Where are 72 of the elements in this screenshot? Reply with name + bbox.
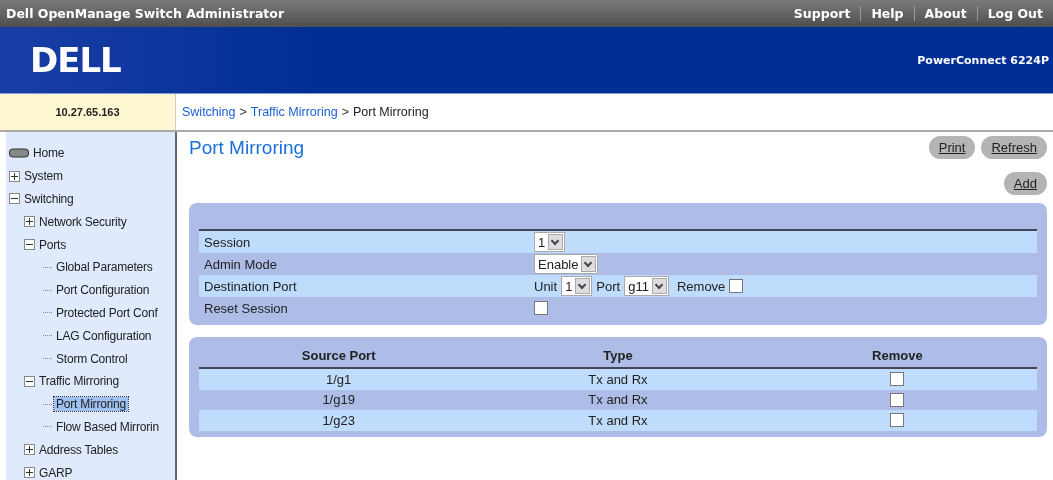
add-button[interactable]: Add	[1003, 172, 1047, 195]
nav-item[interactable]: Ports	[37, 237, 68, 252]
column-header: Type	[603, 347, 633, 363]
remove-checkbox[interactable]	[890, 413, 905, 428]
unit-dropdown[interactable]: 1	[561, 276, 593, 296]
tree-line	[43, 335, 52, 337]
unit-label: Unit	[534, 278, 558, 294]
table-cell: Tx and Rx	[588, 371, 648, 387]
tree-line	[43, 289, 52, 291]
remove-label: Remove	[676, 278, 726, 294]
tree-line	[43, 312, 52, 314]
dropdown[interactable]: 1	[534, 232, 566, 252]
expand-icon[interactable]	[9, 170, 20, 182]
column-header: Source Port	[301, 347, 376, 363]
nav-item[interactable]: Storm Control	[54, 351, 130, 366]
tree-line	[43, 426, 52, 428]
field-label: Destination Port	[204, 278, 298, 294]
remove-checkbox[interactable]	[890, 392, 905, 407]
window-title: Dell OpenManage Switch Administrator	[5, 6, 285, 21]
field-label: Reset Session	[204, 300, 289, 316]
column-header: Remove	[872, 347, 923, 363]
toolbar-button[interactable]: Refresh	[981, 136, 1047, 159]
table-cell: 1/g23	[322, 412, 355, 428]
header-link[interactable]: Help	[860, 6, 914, 21]
table-cell: 1/g1	[326, 371, 352, 387]
collapse-icon[interactable]	[24, 375, 35, 387]
ip-address: 10.27.65.163	[0, 94, 175, 130]
field-label: Admin Mode	[204, 256, 278, 272]
model-name: PowerConnect 6224P	[917, 53, 1050, 67]
table-cell: Tx and Rx	[588, 412, 648, 428]
nav-item[interactable]: Protected Port Conf	[54, 305, 160, 320]
port-dropdown[interactable]: g11	[624, 276, 669, 296]
nav-item[interactable]: Switching	[22, 192, 76, 206]
nav-item[interactable]: Port Mirroring	[54, 397, 128, 412]
breadcrumb-link[interactable]: Traffic Mirroring	[250, 105, 338, 119]
dropdown[interactable]: Enable	[534, 254, 599, 274]
nav-item[interactable]: Port Configuration	[54, 283, 152, 298]
nav-item[interactable]: Global Parameters	[54, 260, 155, 275]
nav-item[interactable]: System	[22, 169, 65, 184]
tree-line	[43, 358, 52, 360]
collapse-icon[interactable]	[9, 193, 20, 205]
logo: DELL	[30, 40, 121, 80]
nav-item[interactable]: Flow Based Mirrorin	[54, 419, 161, 434]
nav-item[interactable]: Address Tables	[37, 442, 121, 457]
header-link[interactable]: Log Out	[976, 6, 1053, 21]
collapse-icon[interactable]	[24, 239, 35, 251]
expand-icon[interactable]	[24, 444, 35, 456]
expand-icon[interactable]	[24, 216, 35, 228]
header-link[interactable]: About	[913, 6, 977, 21]
remove-checkbox[interactable]	[729, 279, 744, 293]
port-label: Port	[596, 278, 621, 294]
remove-checkbox[interactable]	[890, 372, 905, 387]
tree-line	[43, 403, 52, 405]
nav-item[interactable]: Traffic Mirroring	[37, 374, 121, 389]
nav-item[interactable]: LAG Configuration	[54, 328, 154, 343]
nav-item[interactable]: GARP	[37, 465, 75, 480]
table-cell: 1/g19	[322, 392, 355, 408]
reset-checkbox[interactable]	[534, 301, 548, 315]
toolbar-button[interactable]: Print	[928, 136, 976, 159]
breadcrumb-current: Port Mirroring	[352, 105, 429, 119]
header-link[interactable]: Support	[783, 6, 861, 21]
breadcrumb-separator: >	[341, 105, 349, 119]
breadcrumb-link[interactable]: Switching	[182, 105, 236, 119]
page-title: Port Mirroring	[189, 136, 305, 159]
nav-item[interactable]: Home	[31, 146, 67, 161]
nav-item[interactable]: Network Security	[37, 214, 129, 229]
table-cell: Tx and Rx	[588, 392, 648, 408]
expand-icon[interactable]	[24, 467, 35, 479]
tree-line	[43, 266, 52, 268]
field-label: Session	[204, 234, 252, 250]
home-drive-icon	[9, 148, 29, 159]
breadcrumb-separator: >	[239, 105, 247, 119]
